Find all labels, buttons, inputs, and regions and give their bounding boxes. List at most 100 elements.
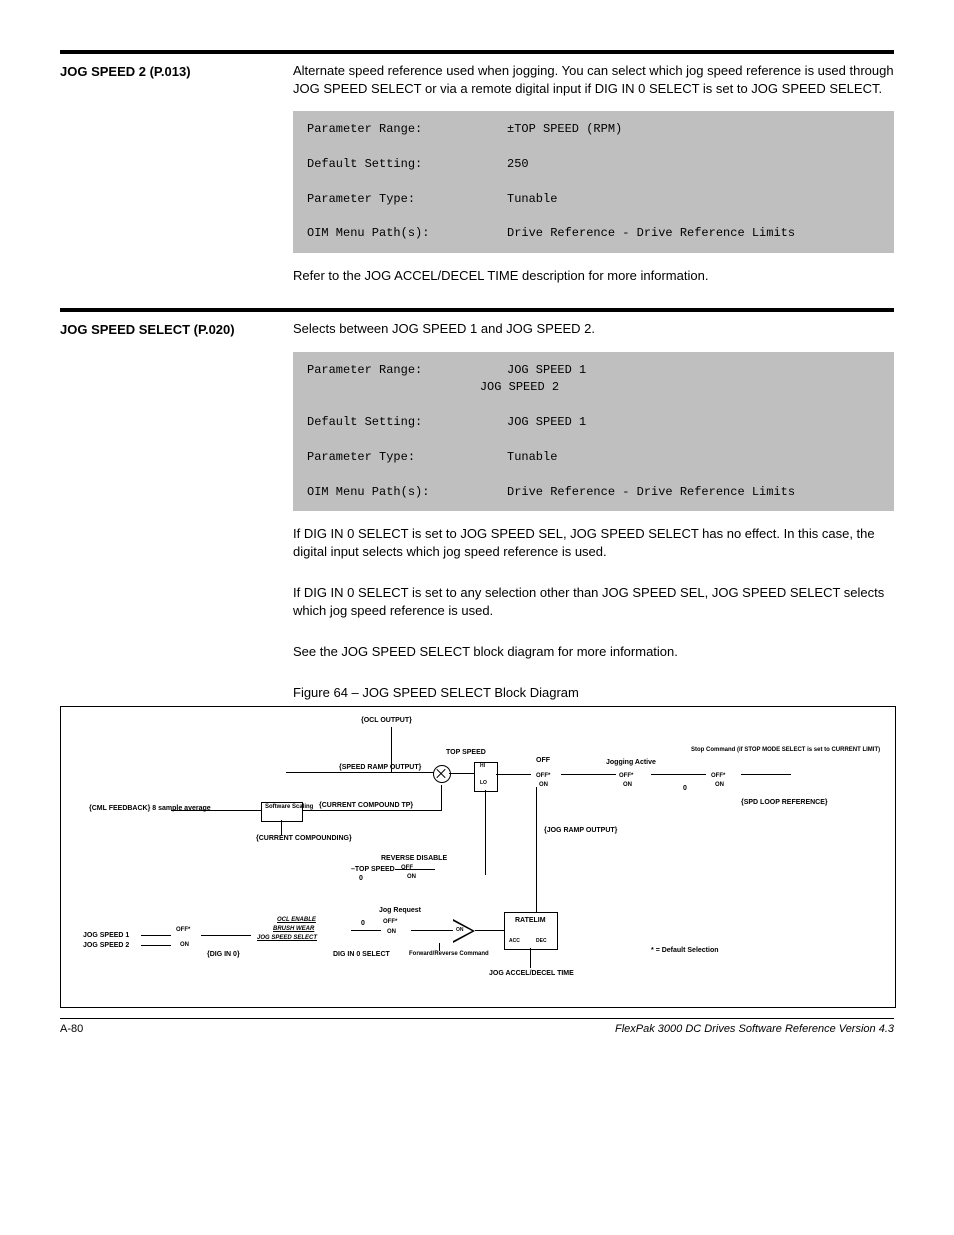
label-on: ON	[456, 928, 464, 933]
connector	[281, 820, 282, 835]
label-jog-ramp-output: {JOG RAMP OUTPUT}	[544, 827, 617, 834]
label-dig-in-0: {DIG IN 0}	[207, 951, 240, 958]
connector	[741, 774, 791, 775]
switch-on: ON	[407, 874, 416, 880]
label-ocl-output: {OCL OUTPUT}	[361, 717, 412, 724]
connector	[411, 930, 453, 931]
switch-off: OFF*	[383, 919, 397, 925]
connector	[561, 774, 616, 775]
spec-key: OIM Menu Path(s):	[307, 484, 507, 501]
connector	[449, 773, 474, 774]
param-header: JOG SPEED SELECT (P.020) Selects between…	[60, 320, 894, 338]
spec-value: 250	[507, 157, 529, 171]
switch-on: ON	[539, 782, 548, 788]
switch-off: OFF*	[176, 927, 190, 933]
label-dec: DEC	[536, 939, 547, 944]
spec-key: Default Setting:	[307, 414, 507, 431]
connector	[395, 869, 435, 870]
param-desc: Selects between JOG SPEED 1 and JOG SPEE…	[293, 320, 894, 338]
spec-value: Drive Reference - Drive Reference Limits	[507, 485, 795, 499]
connector	[439, 943, 440, 951]
label-brush-wear: BRUSH WEAR	[273, 926, 314, 932]
switch-on: ON	[623, 782, 632, 788]
legend-default-selection: * = Default Selection	[651, 947, 719, 954]
spec-key: Parameter Range:	[307, 362, 507, 379]
page-number: A-80	[60, 1023, 83, 1035]
connector	[530, 948, 531, 968]
divider	[60, 308, 894, 312]
label-reverse-disable: REVERSE DISABLE	[381, 855, 447, 862]
connector	[441, 785, 442, 811]
label-jog-speed-1: JOG SPEED 1	[83, 932, 129, 939]
connector	[171, 810, 261, 811]
label-off: OFF	[536, 757, 550, 764]
label-ratelim: RATELIM	[515, 917, 546, 924]
divider	[60, 50, 894, 54]
figure-caption: Figure 64 – JOG SPEED SELECT Block Diagr…	[293, 685, 894, 700]
limiter-block	[474, 762, 498, 792]
label-speed-ramp-output: {SPEED RAMP OUTPUT}	[339, 764, 421, 771]
param-header: JOG SPEED 2 (P.013) Alternate speed refe…	[60, 62, 894, 97]
param-name: JOG SPEED 2 (P.013)	[60, 62, 275, 79]
connector	[475, 930, 504, 931]
label-lo: LO	[480, 781, 487, 786]
label-zero: 0	[683, 785, 687, 792]
spec-value: ±TOP SPEED (RPM)	[507, 122, 622, 136]
label-hi: HI	[480, 764, 485, 769]
connector	[141, 935, 171, 936]
label-dig-in-0-select: DIG IN 0 SELECT	[333, 951, 390, 958]
label-spd-loop-reference: {SPD LOOP REFERENCE}	[741, 799, 828, 806]
label-current-compounding: {CURRENT COMPOUNDING}	[256, 835, 352, 842]
spec-key: Parameter Type:	[307, 191, 507, 208]
switch-off: OFF*	[619, 773, 633, 779]
switch-on: ON	[180, 942, 189, 948]
spec-block: Parameter Range:JOG SPEED 1 JOG SPEED 2 …	[293, 352, 894, 511]
connector	[351, 930, 381, 931]
label-zero: 0	[361, 920, 365, 927]
connector	[485, 790, 486, 875]
switch-on: ON	[715, 782, 724, 788]
label-software-scaling: Software Scaling	[265, 804, 313, 810]
connector	[536, 787, 537, 922]
param-note: Refer to the JOG ACCEL/DECEL TIME descri…	[293, 267, 894, 285]
label-current-comp-tp: {CURRENT COMPOUND TP}	[319, 802, 413, 809]
connector	[201, 935, 251, 936]
spec-key: Default Setting:	[307, 156, 507, 173]
connector	[286, 772, 436, 773]
param-note: If DIG IN 0 SELECT is set to JOG SPEED S…	[293, 525, 894, 560]
spec-value: Drive Reference - Drive Reference Limits	[507, 226, 795, 240]
label-jog-speed-2: JOG SPEED 2	[83, 942, 129, 949]
document-page: JOG SPEED 2 (P.013) Alternate speed refe…	[0, 0, 954, 1065]
switch-off: OFF*	[536, 773, 550, 779]
spec-key: Parameter Type:	[307, 449, 507, 466]
spec-key: Parameter Range:	[307, 121, 507, 138]
connector	[651, 774, 706, 775]
label-ocl-enable: OCL ENABLE	[277, 917, 316, 923]
switch-off: OFF*	[711, 773, 725, 779]
label-jog-speed-select: JOG SPEED SELECT	[257, 935, 317, 941]
label-cml-feedback: {CML FEEDBACK} 8 sample average	[89, 805, 211, 812]
switch-on: ON	[387, 929, 396, 935]
label-acc: ACC	[509, 939, 520, 944]
label-jog-accel-decel-time: JOG ACCEL/DECEL TIME	[489, 970, 574, 977]
param-note: If DIG IN 0 SELECT is set to any selecti…	[293, 584, 894, 619]
spec-value: Tunable	[507, 192, 557, 206]
spec-value: Tunable	[507, 450, 557, 464]
switch-off: OFF	[401, 865, 413, 871]
label-jog-request: Jog Request	[379, 907, 421, 914]
connector	[141, 945, 171, 946]
manual-title: FlexPak 3000 DC Drives Software Referenc…	[615, 1023, 894, 1035]
label-top-speed: TOP SPEED	[446, 749, 486, 756]
label-stop-command: Stop Command (if STOP MODE SELECT is set…	[691, 747, 880, 753]
param-note: See the JOG SPEED SELECT block diagram f…	[293, 643, 894, 661]
connector	[496, 774, 531, 775]
param-name: JOG SPEED SELECT (P.020)	[60, 320, 275, 337]
spec-value: JOG SPEED 1	[507, 415, 586, 429]
label-fwd-rev-cmd: Forward/Reverse Command	[409, 951, 489, 957]
block-diagram: {OCL OUTPUT} {SPEED RAMP OUTPUT} {CURREN…	[60, 706, 896, 1008]
label-zero: 0	[359, 875, 363, 882]
label-jogging-active: Jogging Active	[606, 759, 656, 766]
spec-key: OIM Menu Path(s):	[307, 225, 507, 242]
page-footer: A-80 FlexPak 3000 DC Drives Software Ref…	[60, 1018, 894, 1035]
label-neg-top-speed: –TOP SPEED	[351, 866, 395, 873]
